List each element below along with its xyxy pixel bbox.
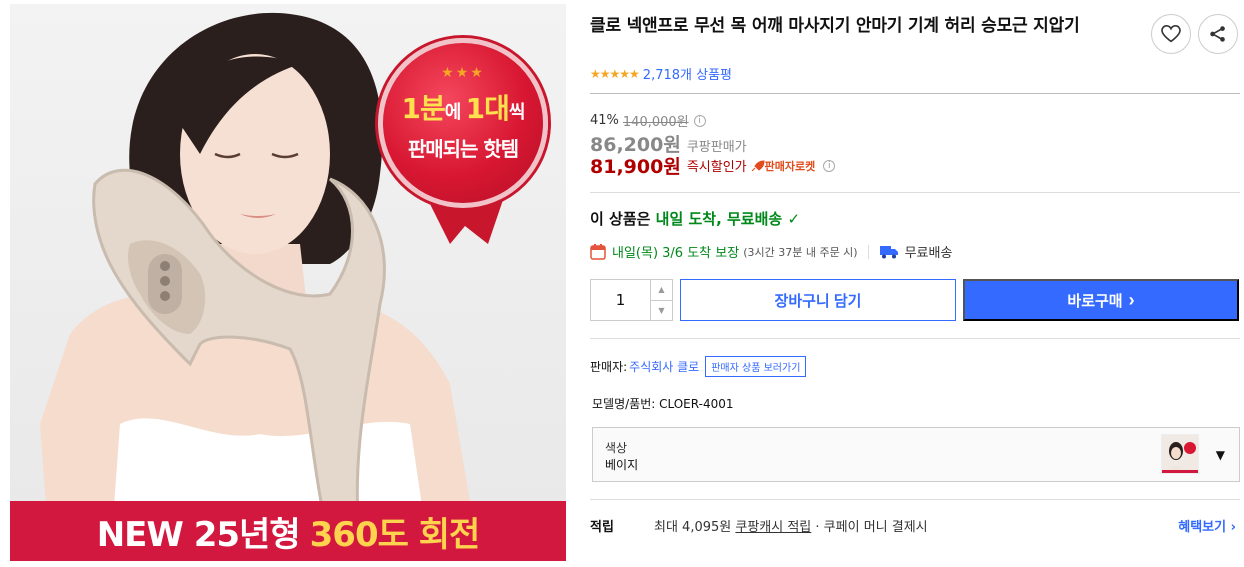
- quantity-decrease-button[interactable]: ▼: [651, 301, 672, 321]
- image-promo-banner: NEW 25년형 360도 회전: [10, 501, 566, 561]
- badge-line1-a: 1분: [401, 92, 446, 125]
- product-page: ★★★ 1분에 1대씩 판매되는 핫템 NEW 25년형 360도 회전 클로 …: [0, 0, 1244, 567]
- option-select[interactable]: 색상 베이지 ▼: [592, 427, 1240, 482]
- product-main-image[interactable]: ★★★ 1분에 1대씩 판매되는 핫템 NEW 25년형 360도 회전: [10, 4, 566, 561]
- benefits-link[interactable]: 혜택보기 ›: [1178, 516, 1236, 535]
- divider: [590, 499, 1240, 500]
- rating-stars: ★★★★★: [590, 66, 640, 81]
- badge-line1-d: 씩: [508, 102, 526, 123]
- divider: [590, 192, 1240, 193]
- badge-line2: 판매되는 핫템: [407, 137, 519, 161]
- instant-price-row: 81,900원 즉시할인가 판매자로켓 i: [590, 152, 836, 179]
- rocket-icon: [751, 159, 765, 171]
- delivery-cutoff: (3시간 37분 내 주문 시): [743, 245, 858, 259]
- delivery-date: 내일(목) 3/6 도착 보장: [612, 246, 740, 261]
- arrival-headline: 이 상품은 내일 도착, 무료배송 ✓: [590, 208, 800, 229]
- chevron-down-icon: ▼: [1215, 448, 1225, 462]
- badge-line1-b: 에: [444, 102, 466, 123]
- original-price: 140,000원: [622, 115, 689, 130]
- quantity-arrows: ▲ ▼: [650, 280, 672, 320]
- delivery-row: 내일(목) 3/6 도착 보장 (3시간 37분 내 주문 시) 무료배송: [590, 242, 952, 261]
- divider: [867, 244, 869, 259]
- option-value: 베이지: [605, 458, 639, 472]
- free-shipping-label: 무료배송: [904, 246, 953, 261]
- share-button[interactable]: [1198, 14, 1238, 54]
- instant-price: 81,900원: [590, 156, 681, 178]
- model-number: 모델명/품번: CLOER-4001: [592, 397, 734, 411]
- instant-price-label: 즉시할인가: [686, 160, 747, 175]
- info-icon[interactable]: i: [823, 159, 836, 172]
- banner-prefix: NEW 25년형: [96, 514, 301, 555]
- reward-text-a: 최대 4,095원: [654, 520, 736, 535]
- heart-icon: [1161, 25, 1181, 43]
- reward-text: 최대 4,095원 쿠팡캐시 적립 · 쿠페이 머니 결제시: [654, 516, 928, 535]
- divider: [590, 93, 1240, 94]
- badge-stars: ★★★: [441, 65, 485, 81]
- seller-rocket-badge: 판매자로켓: [751, 158, 816, 174]
- discount-row: 41% 140,000원 i: [590, 111, 706, 130]
- reward-label: 적립: [590, 520, 614, 535]
- chevron-right-icon: ›: [1128, 289, 1135, 310]
- check-icon: ✓: [787, 210, 801, 228]
- wishlist-button[interactable]: [1151, 14, 1191, 54]
- hot-item-badge: ★★★ 1분에 1대씩 판매되는 핫템: [378, 38, 548, 208]
- info-icon[interactable]: i: [693, 114, 706, 127]
- quantity-increase-button[interactable]: ▲: [651, 280, 672, 301]
- review-count-link[interactable]: 2,718개 상품평: [643, 64, 732, 83]
- buy-now-button[interactable]: 바로구매 ›: [963, 279, 1239, 321]
- seller-products-link[interactable]: 판매자 상품 보러가기: [705, 356, 807, 377]
- buy-now-label: 바로구매: [1067, 292, 1123, 310]
- seller-label: 판매자:: [590, 360, 628, 374]
- arrival-prefix: 이 상품은: [590, 210, 656, 228]
- rocket-label: 판매자로켓: [764, 159, 816, 173]
- rating-row[interactable]: ★★★★★ 2,718개 상품평: [590, 64, 732, 84]
- share-icon: [1210, 26, 1225, 42]
- reward-text-b: · 쿠페이 머니 결제시: [811, 520, 928, 535]
- reward-cash-link[interactable]: 쿠팡캐시 적립: [735, 520, 811, 535]
- option-key: 색상: [605, 441, 628, 455]
- calendar-icon: [590, 244, 606, 260]
- add-to-cart-button[interactable]: 장바구니 담기: [680, 279, 956, 321]
- product-title: 클로 넥앤프로 무선 목 어깨 마사지기 안마기 기계 허리 승모근 지압기: [590, 16, 1080, 36]
- arrival-green: 내일 도착, 무료배송: [655, 210, 783, 228]
- truck-icon: [879, 245, 898, 258]
- quantity-stepper[interactable]: 1 ▲ ▼: [590, 279, 673, 321]
- seller-name-link[interactable]: 주식회사 클로: [629, 358, 699, 375]
- seller-row: 판매자: 주식회사 클로 판매자 상품 보러가기: [590, 356, 807, 377]
- reward-row: 적립 최대 4,095원 쿠팡캐시 적립 · 쿠페이 머니 결제시 혜택보기 ›: [590, 516, 1240, 535]
- banner-highlight: 360도 회전: [309, 514, 481, 555]
- badge-line1: 1분에 1대씩: [383, 87, 543, 127]
- option-thumbnail: [1161, 434, 1199, 474]
- badge-line1-c: 1대: [465, 92, 510, 125]
- quantity-input[interactable]: 1: [591, 280, 650, 320]
- discount-rate: 41%: [590, 113, 619, 128]
- divider: [590, 338, 1240, 339]
